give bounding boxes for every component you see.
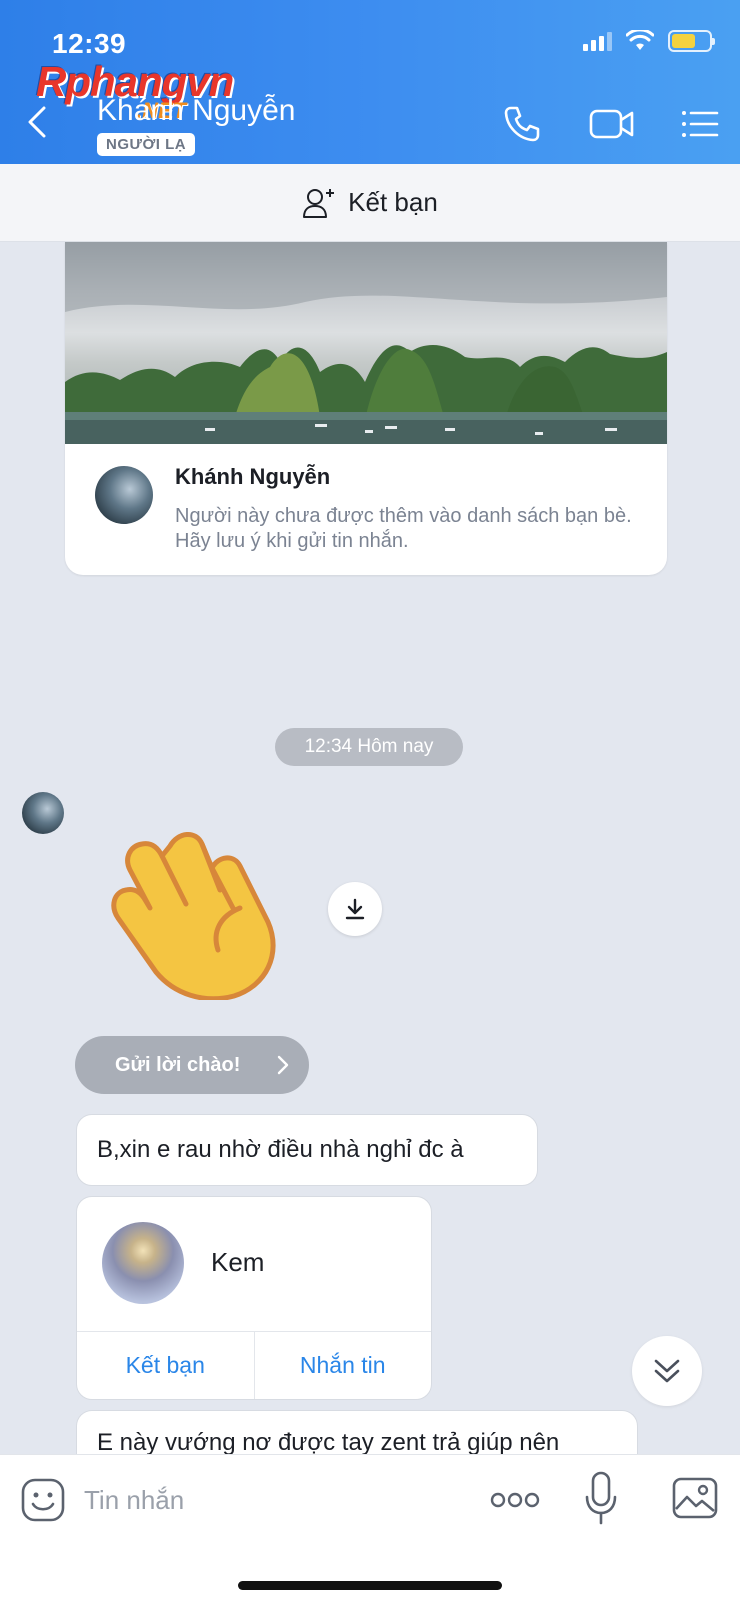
sticker-emoji-icon[interactable] [20,1477,66,1523]
chevron-right-icon [277,1055,289,1075]
send-greeting-button[interactable]: Gửi lời chào! [75,1036,309,1094]
options-menu-button[interactable] [680,104,720,144]
shared-contact-add-friend-button[interactable]: Kết bạn [77,1332,254,1399]
shared-contact-avatar[interactable] [102,1222,184,1304]
gallery-image-icon[interactable] [672,1477,718,1519]
scroll-to-bottom-button[interactable] [632,1336,702,1406]
cover-photo [65,242,667,444]
add-friend-bar[interactable]: Kết bạn [0,164,740,242]
message-text: E này vướng nơ được tay zent trả giúp nê… [97,1429,560,1456]
stranger-badge: NGƯỜI LẠ [97,133,196,156]
time-chip: 12:34 Hôm nay [275,728,463,766]
profile-card[interactable]: Khánh Nguyễn Người này chưa được thêm và… [65,242,667,575]
download-icon [345,898,365,920]
message-bubble[interactable]: B,xin e rau nhờ điều nhà nghỉ đc à [76,1114,538,1186]
video-call-button[interactable] [588,104,636,144]
voice-call-button[interactable] [500,104,544,144]
signal-icon [583,31,612,51]
message-input[interactable] [84,1477,464,1523]
profile-warning-text: Người này chưa được thêm vào danh sách b… [175,505,632,552]
profile-avatar[interactable] [95,466,153,524]
video-call-icon [589,109,634,139]
chat-header: 12:39 Rphangvn .NET Khánh Nguyễn NGƯỜI L… [0,0,740,164]
contact-name[interactable]: Khánh Nguyễn [97,94,296,128]
home-indicator [238,1581,502,1590]
shared-contact-message-button[interactable]: Nhắn tin [253,1332,432,1399]
sender-avatar[interactable] [22,792,64,834]
shared-contact-card[interactable]: Kem Kết bạn Nhắn tin [76,1196,432,1400]
shared-contact-actions: Kết bạn Nhắn tin [77,1331,431,1399]
profile-name: Khánh Nguyễn [175,464,331,489]
shared-contact-name: Kem [211,1247,265,1277]
double-chevron-down-icon [654,1359,680,1383]
status-icons [583,30,715,52]
add-person-icon [303,188,335,218]
back-icon[interactable] [24,104,52,140]
message-text: B,xin e rau nhờ điều nhà nghỉ đc à [97,1136,464,1163]
phone-icon [504,106,540,142]
menu-list-icon [682,111,719,137]
waving-hand-sticker[interactable] [108,826,284,1000]
download-button[interactable] [328,882,382,936]
status-time: 12:39 [52,28,127,59]
battery-icon [668,30,715,52]
microphone-icon[interactable] [584,1471,618,1527]
message-input-bar [0,1454,740,1600]
send-greeting-label: Gửi lời chào! [115,1053,241,1076]
more-options-icon[interactable] [490,1487,540,1513]
wifi-icon [626,30,654,50]
add-friend-label: Kết bạn [348,187,438,217]
battery-fill [672,34,696,48]
